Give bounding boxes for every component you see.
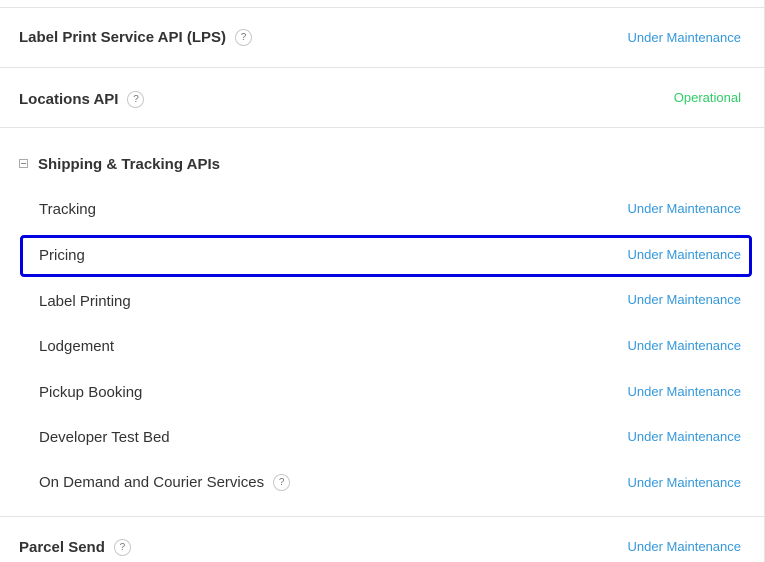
component-group-shipping: Shipping & Tracking APIs Tracking Under …: [0, 128, 764, 517]
status-label: Operational: [673, 90, 741, 105]
status-label: Under Maintenance: [627, 475, 741, 490]
status-page-components: Label Print Service API (LPS)? Under Mai…: [0, 0, 765, 562]
help-icon[interactable]: ?: [127, 91, 145, 108]
status-label: Under Maintenance: [627, 539, 741, 554]
help-icon[interactable]: ?: [235, 29, 253, 46]
highlight-box-pricing: [20, 235, 752, 277]
component-parcel-send: Parcel Send? Under Maintenance: [0, 517, 764, 562]
status-label: Under Maintenance: [627, 30, 741, 45]
component-name: Locations API?: [19, 91, 145, 108]
status-label: Under Maintenance: [627, 292, 741, 307]
help-icon[interactable]: ?: [113, 539, 131, 556]
status-label: Under Maintenance: [627, 384, 741, 399]
sub-component-developer-test-bed: Developer Test Bed: [39, 429, 170, 446]
sub-component-label-printing: Label Printing: [39, 293, 131, 310]
sub-component-on-demand-courier: On Demand and Courier Services?: [39, 474, 291, 491]
component-name: Label Print Service API (LPS)?: [19, 29, 253, 46]
component-locations: Locations API? Operational: [0, 68, 764, 128]
component-lps: Label Print Service API (LPS)? Under Mai…: [0, 8, 764, 68]
group-name[interactable]: Shipping & Tracking APIs: [38, 156, 220, 173]
previous-section-edge: [0, 0, 765, 8]
sub-component-pickup-booking: Pickup Booking: [39, 384, 143, 401]
status-label: Under Maintenance: [627, 338, 741, 353]
collapse-toggle-icon[interactable]: [19, 159, 28, 168]
component-name: Parcel Send?: [19, 539, 131, 556]
status-label: Under Maintenance: [627, 429, 741, 444]
help-icon[interactable]: ?: [273, 474, 291, 491]
sub-component-lodgement: Lodgement: [39, 338, 115, 355]
sub-component-tracking: Tracking: [39, 201, 96, 218]
status-label: Under Maintenance: [627, 201, 741, 216]
